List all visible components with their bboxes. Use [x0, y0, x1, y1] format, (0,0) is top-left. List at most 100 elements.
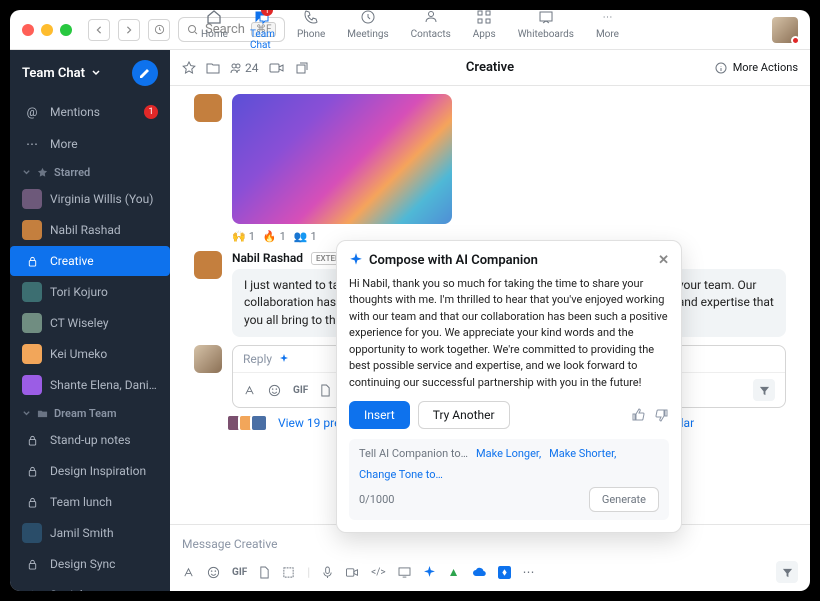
format-icon[interactable]	[182, 566, 195, 579]
make-shorter-link[interactable]: Make Shorter,	[549, 447, 616, 460]
mic-icon[interactable]	[322, 566, 333, 579]
section-starred[interactable]: Starred	[10, 160, 170, 183]
make-longer-link[interactable]: Make Longer,	[476, 447, 541, 460]
emoji-icon[interactable]	[268, 384, 281, 397]
presence-dnd-icon	[791, 36, 800, 45]
gif-button[interactable]: GIF	[232, 567, 247, 578]
sidebar-item-label: Virginia Willis (You)	[50, 192, 158, 206]
image-attachment[interactable]	[232, 94, 452, 224]
current-user-avatar[interactable]	[772, 17, 798, 43]
video-clip-icon[interactable]	[345, 567, 359, 578]
avatar	[22, 344, 42, 364]
at-icon: @	[22, 102, 42, 122]
ai-compose-panel: Compose with AI Companion ✕ Hi Nabil, th…	[336, 240, 682, 534]
sidebar-header[interactable]: Team Chat	[10, 50, 170, 96]
char-counter: 0/1000	[359, 493, 394, 506]
sidebar-item-label: Kei Umeko	[50, 347, 158, 361]
lock-icon	[22, 492, 42, 512]
sidebar-mentions[interactable]: @ Mentions 1	[10, 97, 170, 127]
ai-sparkle-icon[interactable]	[423, 566, 436, 579]
sidebar-item[interactable]: Design Inspiration	[10, 456, 170, 486]
sidebar-item[interactable]: Stand-up notes	[10, 425, 170, 455]
folder-icon[interactable]	[206, 61, 220, 75]
reaction-fire[interactable]: 🔥 1	[263, 230, 286, 243]
home-icon	[206, 10, 222, 25]
cloud-icon[interactable]	[472, 567, 486, 577]
sidebar-item[interactable]: Nabil Rashad	[10, 215, 170, 245]
video-icon[interactable]	[269, 62, 285, 74]
sidebar-item-label: CT Wiseley	[50, 316, 158, 330]
whiteboard-icon	[538, 10, 554, 25]
star-outline-icon[interactable]	[182, 61, 196, 75]
section-dream-team[interactable]: Dream Team	[10, 401, 170, 424]
compose-input[interactable]: Message Creative	[182, 533, 798, 555]
history-button[interactable]	[148, 19, 170, 41]
sidebar-item[interactable]: Jamil Smith	[10, 518, 170, 548]
compose-toolbar: GIF | </> ▲ ⋯	[182, 555, 798, 583]
tab-phone[interactable]: Phone	[297, 10, 325, 51]
new-window-icon[interactable]	[295, 61, 309, 75]
try-another-button[interactable]: Try Another	[418, 401, 510, 429]
thumbs-down-icon[interactable]	[655, 408, 669, 422]
insert-button[interactable]: Insert	[349, 401, 410, 429]
drive-icon[interactable]: ▲	[448, 565, 460, 579]
maximize-window-button[interactable]	[60, 24, 72, 36]
close-window-button[interactable]	[22, 24, 34, 36]
lock-icon	[22, 585, 42, 591]
nav-back-button[interactable]	[88, 19, 110, 41]
nav-forward-button[interactable]	[118, 19, 140, 41]
sidebar-item[interactable]: Kei Umeko	[10, 339, 170, 369]
sidebar-item[interactable]: Design Sync	[10, 549, 170, 579]
info-icon[interactable]	[715, 62, 727, 74]
sidebar-item[interactable]: Virginia Willis (You)	[10, 184, 170, 214]
sidebar-item[interactable]: Tori Kojuro	[10, 277, 170, 307]
screen-icon[interactable]	[398, 567, 411, 578]
file-icon[interactable]	[320, 384, 331, 397]
more-actions-button[interactable]: More Actions	[733, 61, 798, 74]
emoji-icon[interactable]	[207, 566, 220, 579]
tab-home[interactable]: Home	[201, 10, 228, 51]
thumbs-up-icon[interactable]	[631, 408, 645, 422]
sidebar-item-label: Creative	[50, 254, 158, 268]
sidebar-item[interactable]: Shante Elena, Daniel Bow…	[10, 370, 170, 400]
close-icon[interactable]: ✕	[658, 253, 669, 268]
gif-button[interactable]: GIF	[293, 385, 308, 396]
more-icon[interactable]: ⋯	[523, 565, 535, 579]
tab-more[interactable]: ⋯ More	[596, 10, 619, 51]
chevron-down-icon	[22, 168, 31, 177]
tab-apps[interactable]: Apps	[473, 10, 496, 51]
new-message-button[interactable]	[132, 60, 158, 86]
avatar	[22, 282, 42, 302]
app-icon[interactable]	[498, 566, 511, 579]
screenshot-icon[interactable]	[282, 566, 295, 579]
change-tone-link[interactable]: Change Tone to…	[359, 468, 443, 481]
reaction-people[interactable]: 👥 1	[294, 230, 317, 243]
tab-meetings[interactable]: Meetings	[347, 10, 388, 51]
clock-icon	[360, 10, 376, 25]
format-icon[interactable]	[243, 384, 256, 397]
filter-icon[interactable]	[776, 561, 798, 583]
chat-title: Creative	[466, 60, 514, 75]
filter-icon[interactable]	[753, 379, 775, 401]
sidebar-more[interactable]: ⋯ More	[10, 129, 170, 159]
reply-placeholder[interactable]: Reply	[243, 352, 272, 366]
tab-team-chat[interactable]: Team Chat 1	[250, 10, 275, 51]
sidebar-item[interactable]: Social	[10, 580, 170, 591]
lock-icon	[22, 251, 42, 271]
main-panel: 24 Creative More Actions	[170, 50, 810, 591]
reaction-hands[interactable]: 🙌 1	[232, 230, 255, 243]
generate-button[interactable]: Generate	[589, 487, 659, 512]
member-count[interactable]: 24	[230, 61, 259, 75]
tab-whiteboards[interactable]: Whiteboards	[518, 10, 574, 51]
code-icon[interactable]: </>	[371, 567, 385, 578]
sidebar-item[interactable]: Creative	[10, 246, 170, 276]
ai-prompt-label: Tell AI Companion to…	[359, 447, 468, 460]
tab-contacts[interactable]: Contacts	[411, 10, 451, 51]
sidebar-item-label: Social	[50, 588, 158, 591]
file-icon[interactable]	[259, 566, 270, 579]
minimize-window-button[interactable]	[41, 24, 53, 36]
sidebar-item[interactable]: CT Wiseley	[10, 308, 170, 338]
avatar	[22, 523, 42, 543]
sidebar-item-label: Jamil Smith	[50, 526, 158, 540]
sidebar-item[interactable]: Team lunch	[10, 487, 170, 517]
